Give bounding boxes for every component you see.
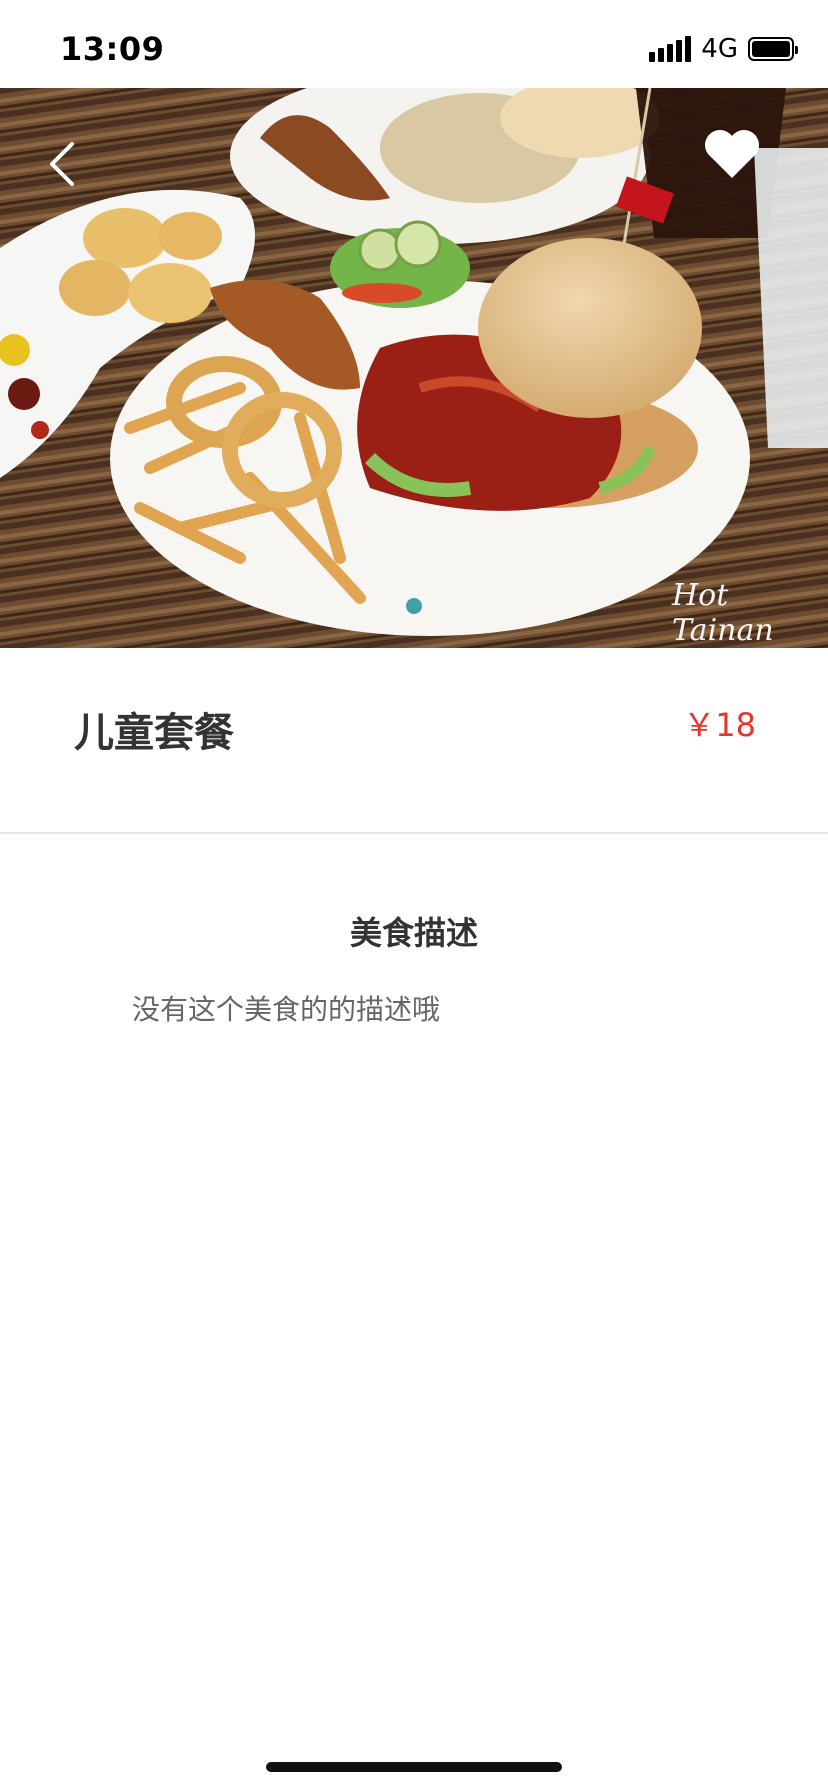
heart-icon[interactable] (700, 122, 764, 186)
status-indicators: 4G (649, 34, 798, 64)
image-watermark: Hot Tainan (672, 578, 774, 648)
status-time: 13:09 (60, 30, 165, 68)
status-bar: 13:09 4G (0, 0, 828, 88)
signal-icon (649, 36, 692, 62)
carousel-indicator-dot[interactable] (406, 598, 422, 614)
home-indicator[interactable] (266, 1762, 562, 1772)
chevron-left-icon[interactable] (40, 136, 90, 192)
description-text: 没有这个美食的的描述哦 (132, 993, 441, 1026)
food-name: 儿童套餐 (74, 710, 234, 756)
food-image-carousel[interactable]: Hot Tainan (0, 88, 828, 648)
food-header: 儿童套餐 ￥18 (0, 648, 828, 834)
description-heading: 美食描述 (349, 914, 478, 952)
battery-icon (748, 37, 798, 61)
network-label: 4G (701, 34, 738, 64)
food-price: ￥18 (683, 706, 756, 744)
